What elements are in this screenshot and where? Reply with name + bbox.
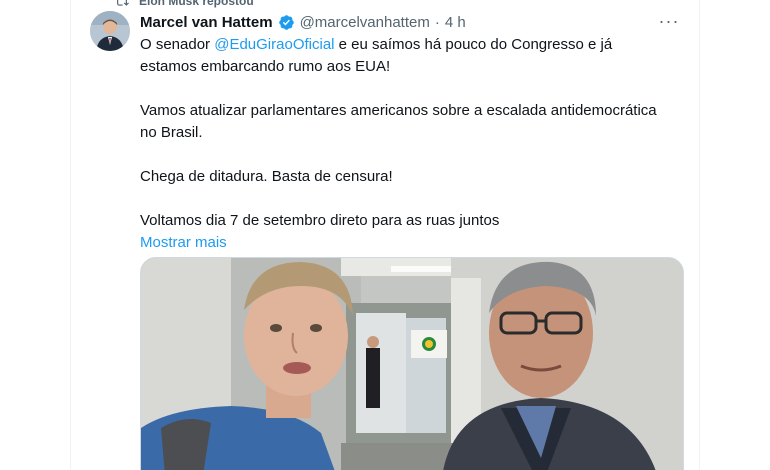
tweet-card[interactable]: Elon Musk repostou Marcel van Hattem @ma…: [70, 0, 700, 470]
author-name[interactable]: Marcel van Hattem: [140, 14, 273, 31]
text-segment: O senador: [140, 36, 215, 53]
mention-link[interactable]: @EduGiraoOficial: [214, 36, 334, 53]
tweet-header: Marcel van Hattem @marcelvanhattem · 4 h: [140, 11, 466, 33]
author-handle[interactable]: @marcelvanhattem: [300, 14, 430, 31]
selfie-photo: [141, 258, 683, 470]
tweet-photo[interactable]: [140, 257, 684, 470]
tweet-text: O senador @EduGiraoOficial e eu saímos h…: [140, 34, 660, 254]
avatar[interactable]: [90, 11, 130, 51]
more-options-icon[interactable]: ···: [657, 10, 681, 32]
tweet-paragraph-2: Vamos atualizar parlamentares americanos…: [140, 102, 657, 141]
timestamp[interactable]: 4 h: [445, 14, 466, 31]
tweet-paragraph-4: Voltamos dia 7 de setembro direto para a…: [140, 212, 500, 229]
repost-indicator: Elon Musk repostou: [115, 0, 254, 9]
separator-dot: ·: [434, 13, 440, 31]
show-more-link[interactable]: Mostrar mais: [140, 232, 227, 254]
verified-badge-icon: [278, 14, 294, 30]
tweet-paragraph-3: Chega de ditadura. Basta de censura!: [140, 168, 393, 185]
repost-icon: [117, 0, 129, 6]
repost-text: Elon Musk repostou: [139, 0, 254, 8]
tweet-paragraph-1: O senador @EduGiraoOficial e eu saímos h…: [140, 34, 660, 78]
avatar-image: [90, 11, 130, 51]
